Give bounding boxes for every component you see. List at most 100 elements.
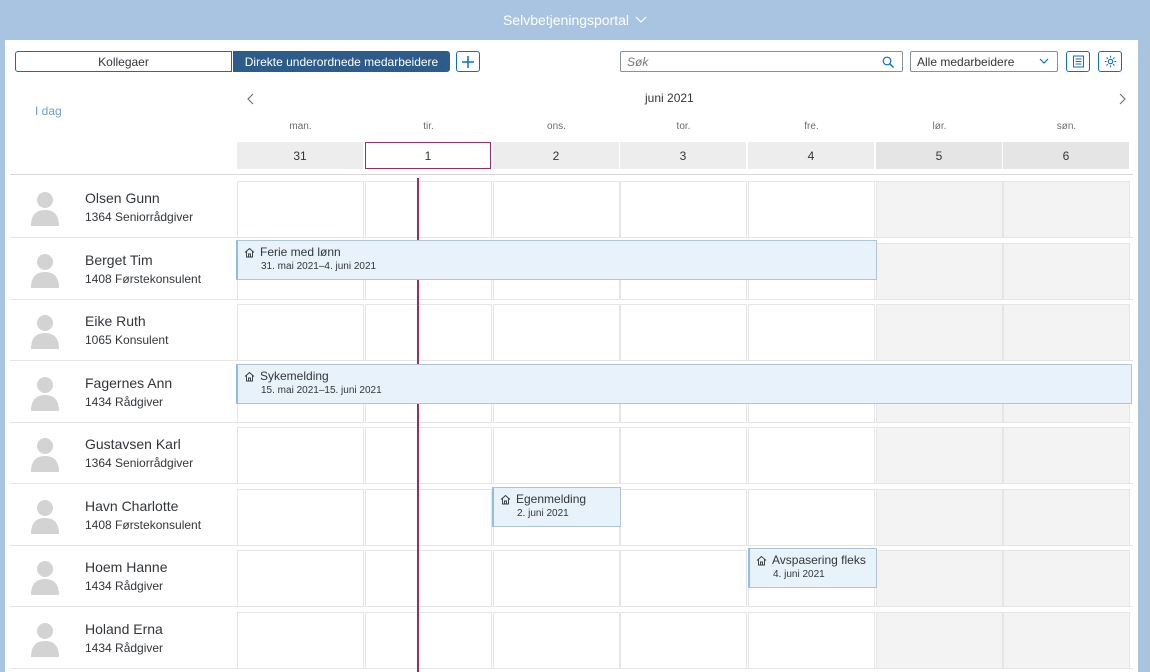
calendar-cell[interactable]: [1003, 181, 1130, 238]
calendar-cell[interactable]: [365, 181, 492, 238]
calendar-cell[interactable]: [493, 611, 620, 669]
calendar-cell[interactable]: [237, 611, 364, 669]
calendar-cell[interactable]: [365, 304, 492, 361]
day-number[interactable]: 2: [493, 142, 619, 169]
home-icon: [500, 494, 511, 504]
search-icon[interactable]: [882, 56, 894, 68]
calendar-cell[interactable]: [237, 550, 364, 607]
calendar-cell[interactable]: [876, 488, 1003, 546]
appointment[interactable]: Avspasering fleks 4. juni 2021: [748, 548, 877, 588]
day-name: ons.: [547, 121, 566, 132]
tab-direct-reports[interactable]: Direkte underordnede medarbeidere: [233, 51, 450, 72]
employee-name[interactable]: Fagernes Ann: [85, 375, 172, 391]
day-name: man.: [289, 121, 312, 132]
day-name: søn.: [1056, 121, 1077, 132]
calendar-cell[interactable]: [1003, 304, 1130, 361]
day-number[interactable]: 4: [748, 142, 874, 169]
day-number-today[interactable]: 1: [365, 142, 491, 169]
month-label[interactable]: juni 2021: [645, 91, 694, 105]
day-number[interactable]: 3: [620, 142, 746, 169]
calendar-cell[interactable]: [493, 181, 620, 238]
calendar-cell[interactable]: [620, 488, 747, 546]
calendar-cell[interactable]: [365, 550, 492, 607]
calendar-cell[interactable]: [748, 488, 875, 546]
calendar-cell[interactable]: [748, 181, 875, 238]
calendar-cell[interactable]: [237, 427, 364, 484]
calendar-cell[interactable]: [1003, 550, 1130, 607]
calendar-cell[interactable]: [876, 550, 1003, 607]
appointment[interactable]: Ferie med lønn 31. mai 2021–4. juni 2021: [236, 240, 877, 280]
appointment[interactable]: Egenmelding 2. juni 2021: [492, 487, 621, 527]
employee-name[interactable]: Havn Charlotte: [85, 498, 178, 514]
chevron-left-icon[interactable]: [244, 92, 258, 106]
person-placeholder-icon[interactable]: [30, 436, 60, 472]
employee-name[interactable]: Gustavsen Karl: [85, 436, 181, 452]
appointment-title: Ferie med lønn: [260, 245, 341, 259]
day-name: tor.: [676, 121, 691, 132]
person-placeholder-icon[interactable]: [30, 559, 60, 595]
calendar-cell[interactable]: [493, 427, 620, 484]
calendar-cell[interactable]: [493, 304, 620, 361]
calendar-cell[interactable]: [620, 181, 747, 238]
calendar-cell[interactable]: [1003, 488, 1130, 546]
calendar-cell[interactable]: [748, 427, 875, 484]
employee-role: 1364 Seniorrådgiver: [85, 456, 194, 470]
calendar-cell[interactable]: [237, 488, 364, 546]
chevron-right-icon[interactable]: [1115, 92, 1129, 106]
calendar-cell[interactable]: [237, 304, 364, 361]
calendar-cell[interactable]: [620, 550, 747, 607]
calendar-cell[interactable]: [1003, 242, 1130, 300]
calendar-cell[interactable]: [876, 242, 1003, 300]
appointment-title: Egenmelding: [516, 492, 587, 506]
calendar-cell[interactable]: [365, 611, 492, 669]
day-number[interactable]: 6: [1003, 142, 1129, 169]
employee-role: 1408 Førstekonsulent: [85, 271, 202, 286]
calendar-cell[interactable]: [876, 611, 1003, 669]
person-placeholder-icon[interactable]: [30, 375, 60, 411]
list-icon: [1072, 55, 1084, 68]
calendar-cell[interactable]: [748, 304, 875, 361]
day-number[interactable]: 5: [876, 142, 1002, 169]
tab-colleagues[interactable]: Kollegaer: [15, 51, 232, 72]
calendar-cell[interactable]: [620, 304, 747, 361]
person-placeholder-icon[interactable]: [30, 252, 60, 288]
employee-filter-select[interactable]: Alle medarbeidere: [910, 51, 1058, 72]
legend-button[interactable]: [1066, 51, 1090, 72]
add-button[interactable]: [456, 51, 480, 72]
employee-row: Olsen Gunn 1364 Seniorrådgiver: [10, 178, 1133, 238]
calendar-cell[interactable]: [1003, 611, 1130, 669]
person-placeholder-icon[interactable]: [30, 190, 60, 226]
calendar-cell[interactable]: [493, 550, 620, 607]
calendar-cell[interactable]: [876, 427, 1003, 484]
employee-name[interactable]: Holand Erna: [85, 621, 163, 637]
calendar-cell[interactable]: [748, 611, 875, 669]
calendar-cell[interactable]: [876, 304, 1003, 361]
person-placeholder-icon[interactable]: [30, 498, 60, 534]
settings-button[interactable]: [1098, 51, 1122, 72]
calendar-cell[interactable]: [1003, 427, 1130, 484]
employee-name[interactable]: Hoem Hanne: [85, 559, 168, 575]
employee-filter-value: Alle medarbeidere: [917, 54, 1015, 69]
shell-title-menu[interactable]: Selvbetjeningsportal: [503, 12, 647, 28]
employee-name[interactable]: Eike Ruth: [85, 313, 146, 329]
employee-name[interactable]: Berget Tim: [85, 252, 153, 268]
calendar-cell[interactable]: [365, 488, 492, 546]
employee-role: 1065 Konsulent: [85, 333, 169, 347]
calendar-cell[interactable]: [237, 181, 364, 238]
appointment[interactable]: Sykemelding 15. mai 2021–15. juni 2021: [236, 364, 1132, 404]
person-placeholder-icon[interactable]: [30, 621, 60, 657]
plus-icon: [462, 55, 474, 68]
today-link[interactable]: I dag: [35, 104, 62, 118]
day-name: fre.: [804, 121, 819, 132]
calendar-cell[interactable]: [620, 427, 747, 484]
calendar-cell[interactable]: [365, 427, 492, 484]
home-icon: [244, 247, 255, 257]
day-number[interactable]: 31: [237, 142, 363, 169]
search-input[interactable]: [621, 52, 871, 71]
appointment-dates: 31. mai 2021–4. juni 2021: [261, 261, 377, 272]
person-placeholder-icon[interactable]: [30, 313, 60, 349]
employee-name[interactable]: Olsen Gunn: [85, 190, 160, 206]
calendar-cell[interactable]: [876, 181, 1003, 238]
calendar-cell[interactable]: [620, 611, 747, 669]
employee-role: 1434 Rådgiver: [85, 394, 164, 409]
